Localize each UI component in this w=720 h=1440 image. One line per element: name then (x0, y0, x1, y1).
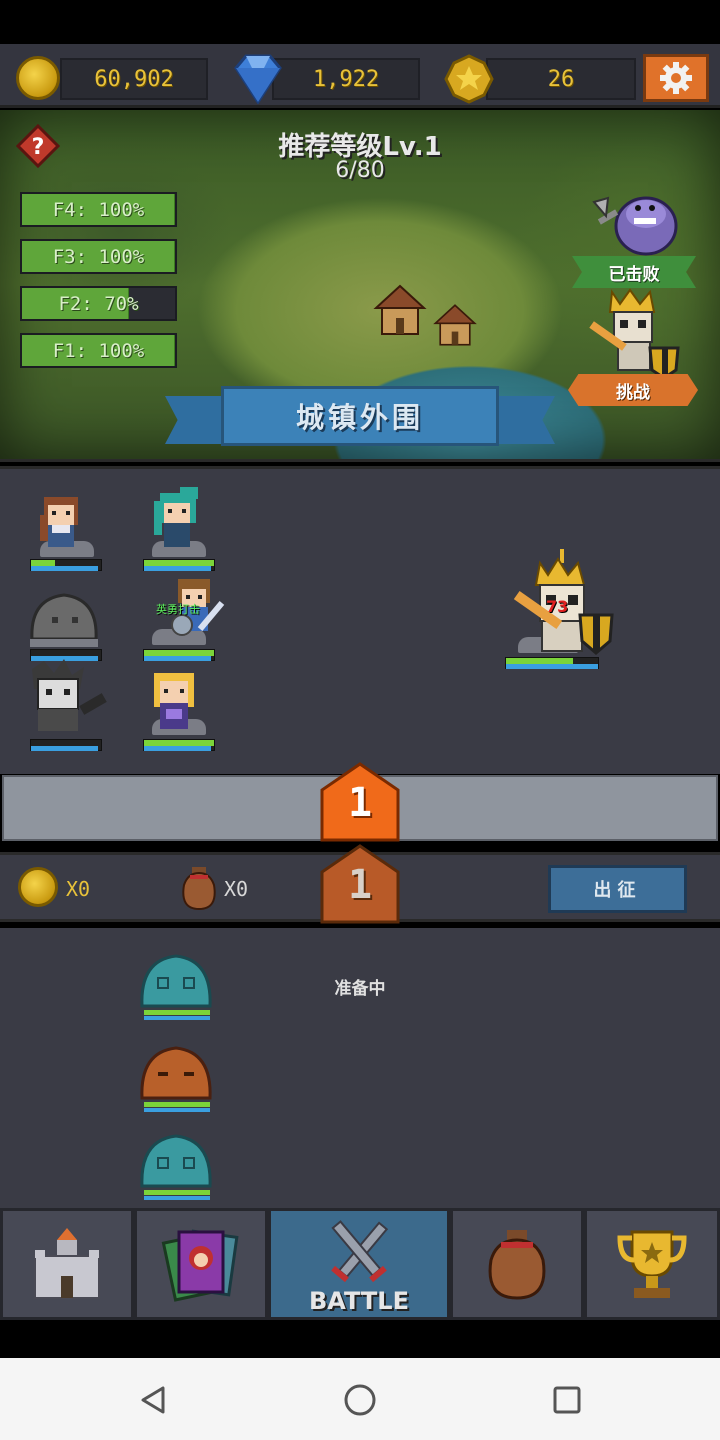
buff-label: 英勇打击 (156, 603, 200, 616)
challenge-button[interactable]: 挑战 (568, 374, 698, 406)
mp-fill (506, 664, 598, 669)
depart-button[interactable]: 出征 (548, 865, 687, 913)
mp-fill (31, 746, 98, 751)
village-house (373, 284, 427, 335)
hero-werewolf-knocked-out[interactable] (24, 659, 110, 735)
home-button[interactable] (340, 1380, 380, 1420)
hero-hp-bar (143, 649, 215, 661)
hero-teal-hair-girl[interactable] (150, 487, 206, 557)
gold-display: 60,902 (60, 58, 208, 100)
medal-amount: 26 (547, 66, 575, 92)
stage-name-banner: 城镇外围 (165, 386, 555, 452)
mp-fill (144, 566, 211, 571)
diamond-amount: 1,922 (312, 66, 380, 92)
nav-castle[interactable] (0, 1208, 134, 1320)
loot-bag-icon (182, 867, 216, 911)
hero-hp-bar (143, 559, 215, 571)
queue-status: 准备中 (334, 979, 386, 999)
mp-fill (31, 566, 98, 571)
current-wave-number: 1 (347, 780, 373, 826)
battle-label: BATTLE (309, 1287, 409, 1315)
reserve-teal-slime[interactable] (138, 1130, 214, 1204)
gold-amount: 60,902 (94, 66, 174, 92)
floor-progress-f4: F4: 100% (20, 192, 177, 227)
floor-progress-f1: F1: 100% (20, 333, 177, 368)
reserve-queue: 准备中 (0, 928, 720, 1210)
next-wave-number: 1 (347, 862, 373, 908)
recents-icon (553, 1386, 581, 1414)
diamond-icon (234, 54, 282, 104)
gold-reward-count: X0 (66, 877, 91, 901)
coin-icon (16, 56, 60, 100)
nav-battle[interactable]: BATTLE (268, 1208, 450, 1320)
damage-number: 73 (546, 597, 569, 616)
floor-progress-f3: F3: 100% (20, 239, 177, 274)
trophy-icon (617, 1230, 687, 1298)
stage-map: ? 推荐等级Lv.1 6/80 F4: 100% F3: 100% F2: 70… (0, 110, 720, 462)
hero-hp-bar (143, 739, 215, 751)
mp-fill (144, 656, 211, 661)
back-button[interactable] (134, 1380, 174, 1420)
medal-display: 26 (486, 58, 636, 100)
village-house (433, 304, 477, 346)
floor-label: F2: 70% (58, 292, 139, 315)
floor-label: F4: 100% (52, 198, 145, 221)
screen-bottom-edge (0, 1320, 720, 1358)
hero-brown-hair-girl[interactable] (36, 493, 86, 557)
bag-reward-count: X0 (224, 877, 249, 901)
castle-icon (34, 1228, 100, 1299)
reserve-teal-slime[interactable] (138, 950, 214, 1024)
medal-icon (444, 54, 494, 104)
reserve-brown-slime[interactable] (138, 1042, 214, 1116)
hero-hp-bar (30, 559, 102, 571)
stage-name: 城镇外围 (221, 386, 499, 446)
settings-button[interactable] (643, 54, 709, 102)
hero-hp-bar (30, 739, 102, 751)
mp-fill (144, 746, 211, 751)
nav-inventory[interactable] (450, 1208, 584, 1320)
back-icon (141, 1386, 165, 1414)
floor-label: F3: 100% (52, 245, 145, 268)
battlefield: 英勇打击 73 (0, 466, 720, 774)
coin-icon (18, 867, 58, 907)
crossed-swords-icon (331, 1220, 389, 1283)
defeated-tag: 已击败 (572, 256, 696, 288)
defeated-ogre-boss (592, 196, 678, 256)
bottom-nav: BATTLE (0, 1208, 720, 1320)
boss-hp-bar (505, 657, 599, 669)
home-icon (344, 1384, 376, 1416)
recents-button[interactable] (547, 1380, 587, 1420)
status-bar (0, 0, 720, 44)
loot-bag-icon (488, 1230, 546, 1300)
hero-cards-icon (161, 1229, 239, 1302)
gear-icon (660, 62, 692, 94)
floor-label: F1: 100% (52, 339, 145, 362)
floor-progress-f2: F2: 70% (20, 286, 177, 321)
nav-heroes[interactable] (134, 1208, 268, 1320)
hero-slime-knocked-out[interactable] (26, 589, 102, 649)
stage-progress: 6/80 (335, 158, 385, 183)
currency-bar: 60,902 1,922 26 (0, 44, 720, 108)
diamond-display: 1,922 (272, 58, 420, 100)
system-nav-bar (0, 1358, 720, 1440)
skeleton-king-boss-preview[interactable] (584, 286, 684, 378)
nav-rankings[interactable] (584, 1208, 720, 1320)
hero-blonde-mage[interactable] (146, 669, 204, 739)
